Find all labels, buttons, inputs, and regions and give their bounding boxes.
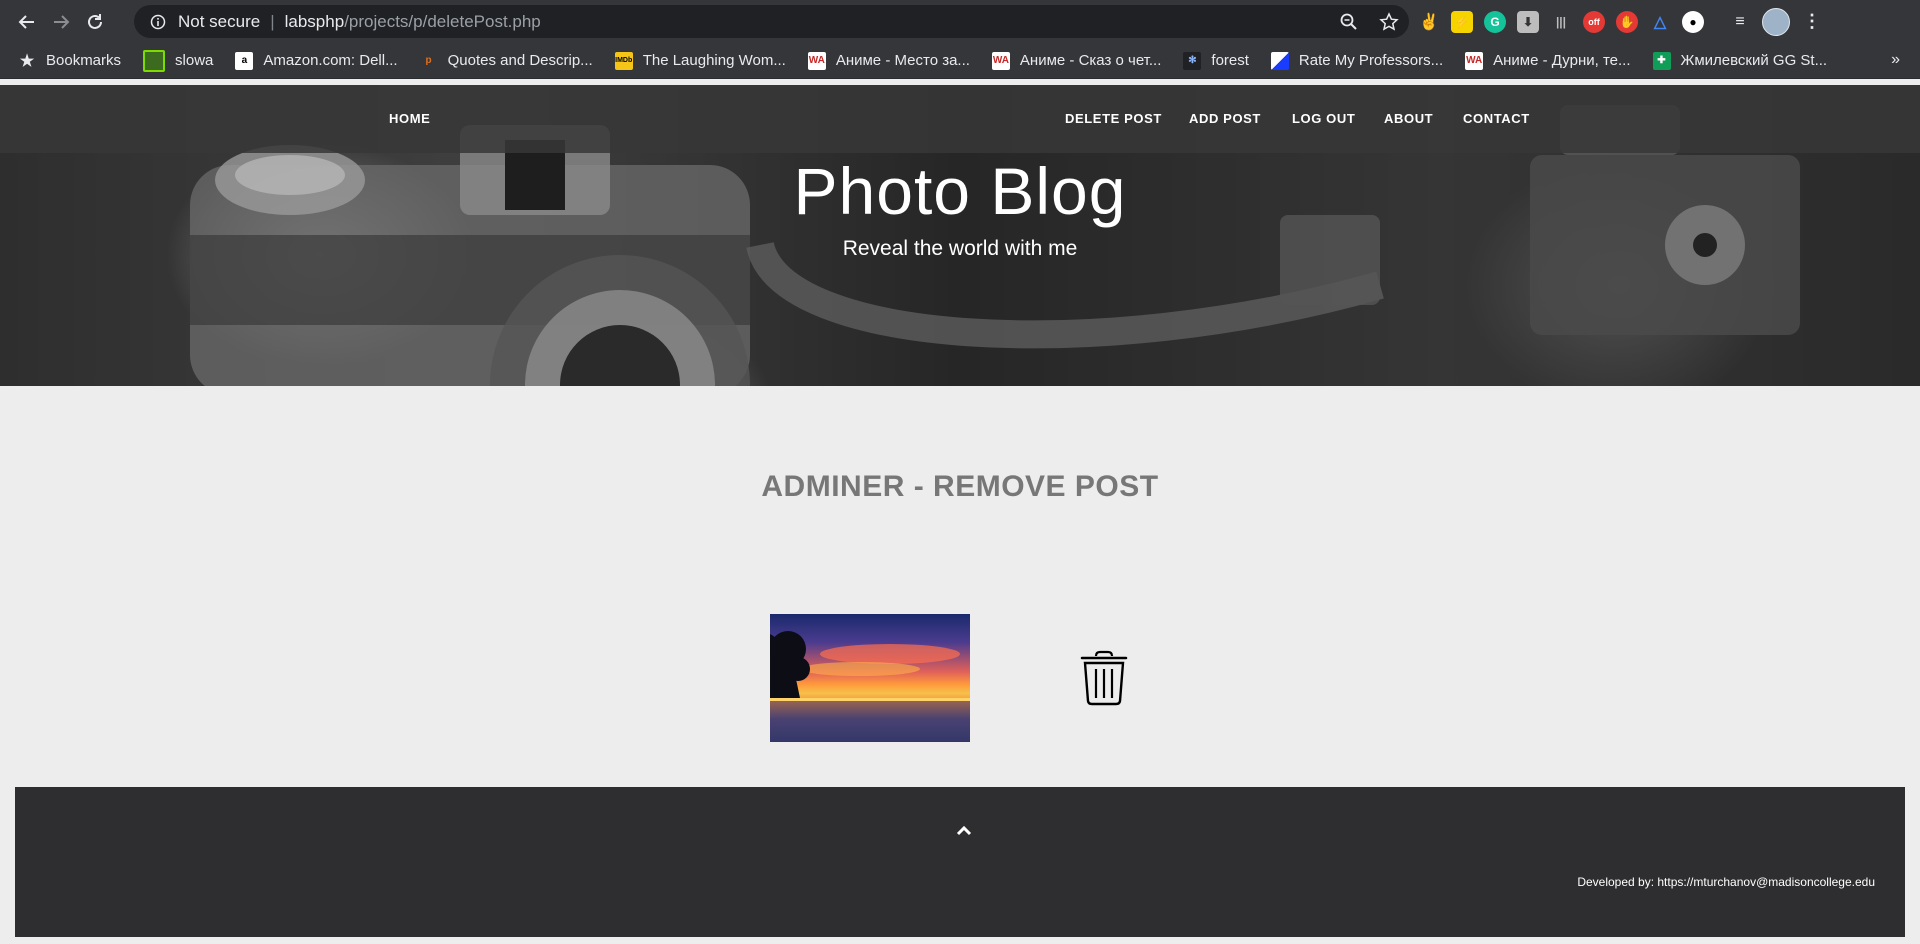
bookmark-anime-1[interactable]: WA Аниме - Место за... (807, 51, 970, 70)
profile-avatar[interactable] (1762, 7, 1790, 36)
media-queue-icon[interactable]: ≡ (1729, 11, 1751, 33)
lightning-extension-icon[interactable]: ⚡ (1451, 10, 1473, 33)
back-button[interactable] (10, 5, 44, 39)
delete-post-button[interactable] (1078, 649, 1130, 707)
security-label: Not secure (178, 11, 261, 31)
info-icon[interactable] (150, 14, 166, 30)
bookmark-label: slowa (175, 52, 214, 69)
bookmark-label: forest (1211, 52, 1249, 69)
bookmark-amazon[interactable]: a Amazon.com: Dell... (235, 51, 398, 70)
bookmark-star-icon[interactable] (1379, 11, 1399, 32)
nav-contact[interactable]: CONTACT (1463, 85, 1530, 153)
bookmark-forest[interactable]: ✻ forest (1183, 51, 1249, 70)
quotes-favicon: p (425, 55, 432, 66)
address-bar[interactable]: Not secure | labsphp/projects/p/deletePo… (134, 5, 1409, 38)
reload-icon (88, 13, 102, 29)
wa-favicon: WA (1465, 51, 1484, 70)
off-extension-icon[interactable]: off (1583, 10, 1605, 33)
nav-add-post[interactable]: ADD POST (1189, 85, 1261, 153)
site-footer: Developed by: https://mturchanov@madison… (15, 787, 1905, 937)
nav-home[interactable]: HOME (389, 85, 430, 153)
site-subtitle: Reveal the world with me (842, 237, 1078, 260)
nav-delete-post[interactable]: DELETE POST (1065, 85, 1162, 153)
download-extension-icon[interactable]: ⬇ (1517, 10, 1539, 33)
ball-extension-icon[interactable]: ● (1682, 10, 1704, 33)
bookmark-label: Аниме - Сказ о чет... (1019, 52, 1162, 69)
bookmark-label: Аниме - Дурни, те... (1493, 52, 1631, 69)
main-navbar: HOME DELETE POST ADD POST LOG OUT ABOUT … (0, 85, 1920, 153)
forward-button[interactable] (44, 5, 78, 39)
post-image (770, 614, 970, 742)
bookmark-label: Аниме - Место за... (835, 52, 970, 69)
wa-favicon: WA (991, 51, 1010, 70)
bookmarks-bar: ★ Bookmarks slowa a Amazon.com: Dell... … (0, 43, 1920, 79)
back-to-top-button[interactable] (952, 822, 976, 840)
bookmark-label: Bookmarks (46, 52, 122, 69)
arrow-left-icon (18, 14, 34, 29)
bookmark-imdb[interactable]: IMDb The Laughing Wom... (614, 51, 786, 70)
developer-credit: Developed by: https://mturchanov@madison… (1577, 875, 1875, 889)
bookmark-sheets[interactable]: ✚ Жмилевский GG St... (1652, 51, 1828, 70)
rock-hand-extension-icon[interactable]: ✌ (1418, 11, 1440, 33)
menu-dots-icon[interactable]: ⋮ (1801, 11, 1823, 33)
bookmarks-folder[interactable]: ★ Bookmarks (18, 52, 121, 70)
bookmark-label: Жмилевский GG St... (1680, 52, 1828, 69)
site-title: Photo Blog (793, 154, 1127, 228)
reload-button[interactable] (78, 5, 112, 39)
bookmark-label: Quotes and Descrip... (447, 52, 593, 69)
stop-hand-extension-icon[interactable]: ✋ (1616, 10, 1638, 33)
nav-about[interactable]: ABOUT (1384, 85, 1433, 153)
url-host: labsphp (284, 11, 345, 31)
page-heading: ADMINER - REMOVE POST (761, 470, 1159, 503)
nav-log-out[interactable]: LOG OUT (1292, 85, 1355, 153)
extensions-bar: ✌ ⚡ G ⬇ ||| off ✋ △ ● ≡ ⋮ (1418, 5, 1823, 38)
wa-favicon: WA (807, 51, 826, 70)
bookmark-slowa[interactable]: slowa (143, 49, 214, 72)
zoom-icon[interactable] (1339, 12, 1359, 32)
bookmark-label: Amazon.com: Dell... (263, 52, 398, 69)
slowa-favicon (143, 49, 166, 72)
arrow-right-icon (54, 14, 70, 29)
bookmark-label: The Laughing Wom... (642, 52, 786, 69)
url-separator: | (270, 11, 275, 31)
equalizer-extension-icon[interactable]: ||| (1550, 11, 1572, 33)
forest-favicon: ✻ (1183, 51, 1202, 70)
hero-banner: HOME DELETE POST ADD POST LOG OUT ABOUT … (0, 85, 1920, 386)
bookmarks-overflow-button[interactable]: » (1891, 51, 1900, 69)
bookmark-quotes[interactable]: p Quotes and Descrip... (420, 52, 593, 70)
sheets-favicon: ✚ (1652, 51, 1671, 70)
sunset-photo (770, 631, 970, 742)
url-path: /projects/p/deletePost.php (344, 11, 541, 31)
trash-icon (1080, 650, 1128, 706)
bookmark-anime-2[interactable]: WA Аниме - Сказ о чет... (991, 51, 1162, 70)
chevron-up-icon (956, 825, 972, 836)
amazon-favicon: a (235, 51, 254, 70)
rmp-favicon (1270, 51, 1289, 70)
triangle-extension-icon[interactable]: △ (1649, 11, 1671, 33)
bookmark-anime-3[interactable]: WA Аниме - Дурни, те... (1465, 51, 1631, 70)
grammarly-extension-icon[interactable]: G (1484, 10, 1506, 33)
star-icon: ★ (19, 52, 35, 70)
imdb-favicon: IMDb (614, 51, 633, 70)
bookmark-rmp[interactable]: Rate My Professors... (1270, 51, 1444, 70)
browser-toolbar: Not secure | labsphp/projects/p/deletePo… (0, 0, 1920, 43)
bookmark-label: Rate My Professors... (1298, 52, 1444, 69)
